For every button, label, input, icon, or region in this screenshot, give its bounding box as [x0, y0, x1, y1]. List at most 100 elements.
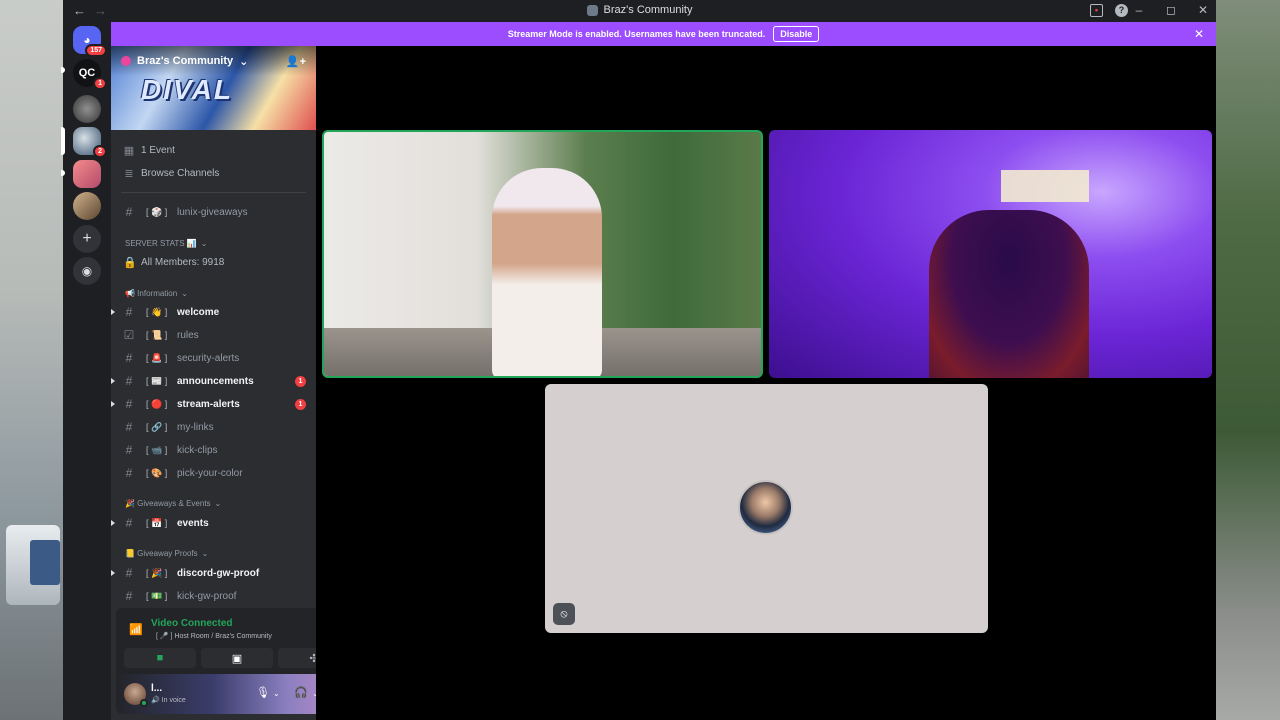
channel-name: security-alerts	[177, 352, 240, 364]
voice-location[interactable]: [ 🎤 ] Host Room / Braz's Community	[156, 632, 272, 640]
guild-name: Braz's Community	[137, 55, 234, 67]
channel-emoji: [ 🎲 ]	[146, 206, 168, 217]
maximize-button[interactable]: ◻	[1164, 3, 1178, 17]
unread-indicator	[111, 401, 114, 408]
category-server-stats[interactable]: SERVER STATS 📊 ⌄	[125, 239, 207, 248]
mention-badge: 1	[295, 398, 306, 410]
banner-text: Streamer Mode is enabled. Usernames have…	[507, 29, 766, 39]
guild-icon	[586, 4, 598, 16]
channel-item-pick-your-color[interactable]: # [ 🎨 ] pick-your-color	[111, 463, 316, 483]
channel-emoji: [ 💵 ]	[146, 590, 168, 601]
hash-icon: #	[125, 205, 133, 219]
channel-emoji: [ 👋 ]	[146, 306, 168, 317]
unread-pill	[61, 67, 65, 73]
headphones-icon[interactable]: 🎧	[294, 686, 308, 699]
channel-name: lunix-giveaways	[177, 206, 248, 218]
hash-icon: #	[125, 397, 133, 411]
screen-share-button[interactable]: ▣	[201, 648, 273, 668]
channel-item-security-alerts[interactable]: # [ 🚨 ] security-alerts	[111, 348, 316, 368]
unread-indicator	[111, 378, 114, 385]
notification-badge: 1	[93, 77, 107, 90]
channel-item-announcements[interactable]: # [ 📰 ] announcements 1	[111, 371, 316, 391]
channel-name: kick-gw-proof	[177, 590, 237, 602]
video-tile-avatar[interactable]: ⦸	[545, 384, 988, 633]
category-title: 📒 Giveaway Proofs	[125, 549, 198, 558]
channel-item-kick-gw-proof[interactable]: # [ 💵 ] kick-gw-proof	[111, 586, 316, 606]
discord-home-button[interactable]: ◕ 157	[73, 26, 107, 57]
channel-item-rules[interactable]: ☑ [ 📜 ] rules	[111, 325, 316, 345]
microphone-icon[interactable]: 🎙	[256, 686, 270, 699]
window-title: Braz's Community	[63, 4, 1216, 16]
events-item[interactable]: ▦ 1 Event	[111, 140, 316, 160]
server-icon[interactable]	[73, 95, 101, 123]
notification-badge: 157	[85, 44, 107, 57]
hash-icon: #	[125, 374, 133, 388]
channel-item-welcome[interactable]: # [ 👋 ] welcome	[111, 302, 316, 322]
unread-indicator	[111, 520, 114, 527]
browse-channels-item[interactable]: ≣ Browse Channels	[111, 163, 316, 183]
add-server-button[interactable]: +	[73, 225, 101, 253]
help-icon[interactable]: ?	[1115, 4, 1128, 17]
category-giveaways-events[interactable]: 🎉 Giveaways & Events ⌄	[125, 499, 221, 508]
avatar[interactable]	[124, 683, 148, 707]
voice-connection-panel: 📶 Video Connected [ 🎤 ] Host Room / Braz…	[116, 608, 316, 674]
channel-emoji: [ 📜 ]	[146, 329, 168, 340]
unread-indicator	[111, 309, 114, 316]
channel-item-stream-alerts[interactable]: # [ 🔴 ] stream-alerts 1	[111, 394, 316, 414]
channel-item-discord-gw-proof[interactable]: # [ 🎉 ] discord-gw-proof	[111, 563, 316, 583]
server-icon-qc[interactable]: QC 1	[73, 59, 107, 90]
channel-emoji: [ 🔴 ]	[146, 398, 168, 409]
discover-button[interactable]: ◉	[73, 257, 101, 285]
username[interactable]: l...	[151, 683, 162, 694]
member-count-channel[interactable]: 🔒 All Members: 9918	[111, 252, 316, 272]
chevron-down-icon: ⌄	[214, 499, 222, 508]
signal-icon[interactable]: 📶	[129, 623, 143, 636]
server-icon-brazs-community[interactable]: 2	[73, 127, 107, 158]
guild-boost-icon	[121, 56, 131, 66]
channel-emoji: [ 📹 ]	[146, 444, 168, 455]
background-object	[30, 540, 60, 585]
rules-channel-icon: ☑	[123, 328, 135, 342]
guild-header[interactable]: Braz's Community ⌄ 👤+	[111, 46, 316, 76]
channel-name: kick-clips	[177, 444, 218, 456]
invite-icon[interactable]: 👤+	[286, 55, 306, 68]
server-icon[interactable]	[73, 160, 101, 188]
video-tile[interactable]	[769, 130, 1212, 378]
channel-item-kick-clips[interactable]: # [ 📹 ] kick-clips	[111, 440, 316, 460]
channel-emoji: [ 🎨 ]	[146, 467, 168, 478]
video-tile-speaking[interactable]	[322, 130, 763, 378]
channel-emoji: [ 🎉 ]	[146, 567, 168, 578]
chevron-down-icon: ⌄	[201, 549, 209, 558]
hash-icon: #	[125, 443, 133, 457]
channel-item-lunix-giveaways[interactable]: # [ 🎲 ] lunix-giveaways	[111, 202, 316, 222]
channel-item-events[interactable]: # [ 📅 ] events	[111, 513, 316, 533]
chevron-down-icon: ⌄	[181, 289, 188, 298]
category-information[interactable]: 📢 Information ⌄	[125, 289, 188, 298]
lock-icon: 🔒	[123, 256, 137, 269]
close-icon[interactable]: ✕	[1194, 27, 1204, 41]
channel-name: rules	[177, 329, 199, 341]
close-window-button[interactable]: ✕	[1196, 3, 1210, 17]
channel-name: my-links	[177, 421, 214, 433]
server-icon[interactable]	[73, 192, 101, 220]
chevron-down-icon[interactable]: ⌄	[273, 689, 280, 698]
minimize-button[interactable]: –	[1132, 3, 1146, 17]
chevron-down-icon: ⌄	[239, 55, 249, 68]
browse-channels-icon: ≣	[124, 167, 134, 180]
hash-icon: #	[125, 516, 133, 530]
window-controls: – ◻ ✕	[1132, 3, 1210, 17]
voice-status[interactable]: Video Connected	[151, 618, 233, 629]
activities-button[interactable]: ✣	[278, 648, 316, 668]
disable-button[interactable]: Disable	[773, 26, 820, 42]
inbox-icon[interactable]: •	[1090, 4, 1103, 17]
category-giveaway-proofs[interactable]: 📒 Giveaway Proofs ⌄	[125, 549, 208, 558]
camera-button[interactable]: ■	[124, 648, 196, 668]
channel-item-my-links[interactable]: # [ 🔗 ] my-links	[111, 417, 316, 437]
channel-emoji: [ 🚨 ]	[146, 352, 168, 363]
banner-art-text: DIVAL	[141, 74, 233, 105]
browse-channels-label: Browse Channels	[141, 167, 220, 179]
title-actions: • ?	[1090, 4, 1128, 17]
divider	[121, 192, 306, 193]
notification-badge: 2	[93, 145, 107, 158]
channel-name: stream-alerts	[177, 398, 240, 410]
